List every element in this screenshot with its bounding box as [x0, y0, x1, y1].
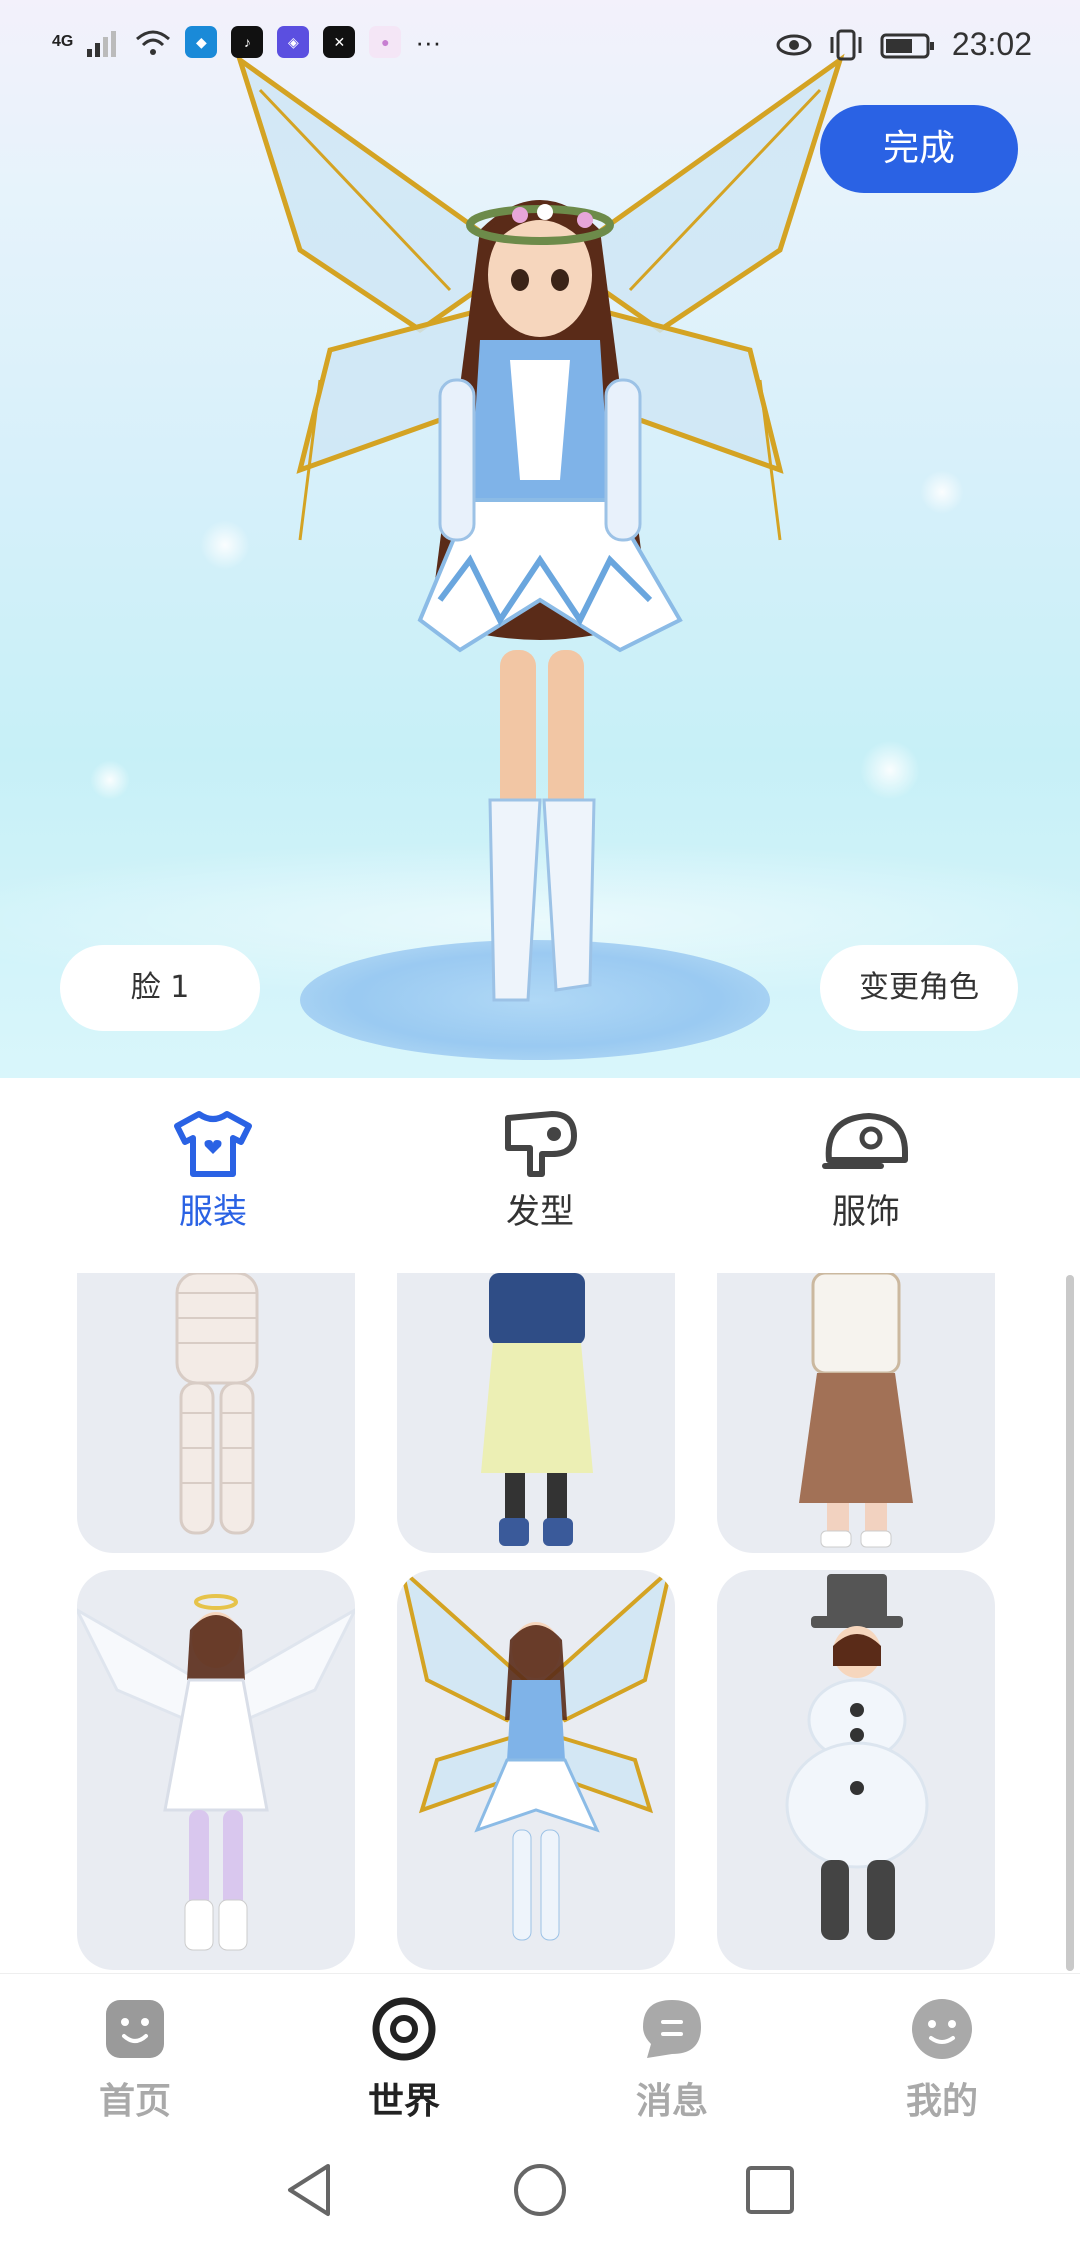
- status-right: 23:02: [776, 26, 1032, 63]
- status-left: 4G ◆ ♪ ◈ ✕ ● ···: [52, 26, 441, 58]
- face-selector-button[interactable]: 脸 1: [60, 945, 260, 1031]
- nav-label: 我的: [905, 2081, 978, 2122]
- nav-world[interactable]: 世界: [324, 1994, 484, 2124]
- pink-app-icon: ●: [369, 26, 402, 58]
- network-label: 4G: [52, 33, 74, 50]
- outfit-grid: [0, 1273, 1080, 1973]
- grid-scrollbar-thumb[interactable]: [1066, 1275, 1074, 1971]
- nav-label: 首页: [98, 2081, 171, 2122]
- game-app-icon: ◈: [277, 26, 310, 58]
- wifi-icon: [136, 30, 171, 55]
- capcut-app-icon: ✕: [323, 26, 356, 58]
- recents-square-icon[interactable]: [740, 2160, 800, 2220]
- done-button[interactable]: 完成: [820, 105, 1018, 193]
- back-icon[interactable]: [280, 2160, 340, 2220]
- home-face-icon: [106, 2000, 164, 2058]
- tiktok-app-icon: ♪: [231, 26, 264, 58]
- bottom-navigation: 首页 世界 消息 我的: [0, 1973, 1080, 2139]
- tab-clothing[interactable]: 服装: [113, 1108, 313, 1233]
- outfit-card-bandage[interactable]: [77, 1273, 355, 1553]
- message-bubble-icon: [643, 2000, 701, 2058]
- category-tabs: 服装 发型 服饰: [0, 1078, 1080, 1273]
- tab-label: 服饰: [832, 1192, 900, 1232]
- tab-label: 发型: [506, 1192, 574, 1232]
- eye-icon: [776, 34, 812, 55]
- home-circle-icon[interactable]: [510, 2160, 570, 2220]
- character-preview[interactable]: 4G ◆ ♪ ◈ ✕ ● ··· 23:02 完成 脸 1 变更角色: [0, 0, 1080, 1078]
- bandage-outfit-figure: [175, 1273, 259, 1535]
- change-role-button[interactable]: 变更角色: [820, 945, 1018, 1031]
- shield-app-icon: ◆: [185, 26, 218, 58]
- outfit-card-fairy[interactable]: [397, 1570, 675, 1970]
- clock: 23:02: [951, 26, 1032, 62]
- outfit-card-snowman[interactable]: [717, 1570, 995, 1970]
- nav-profile[interactable]: 我的: [862, 1994, 1022, 2124]
- outfit-card-denim[interactable]: [397, 1273, 675, 1553]
- angel-outfit-figure: [77, 1594, 355, 1951]
- signal-icon: [87, 31, 117, 57]
- tab-hairstyle[interactable]: 发型: [440, 1108, 640, 1233]
- denim-outfit-figure: [481, 1273, 593, 1546]
- fairy-outfit-figure: [399, 1570, 673, 1941]
- tshirt-icon: [174, 1111, 252, 1177]
- battery-icon: [880, 33, 934, 58]
- outfit-card-qipao[interactable]: [717, 1273, 995, 1553]
- qipao-outfit-figure: [799, 1273, 913, 1548]
- world-ring-icon: [372, 1997, 436, 2061]
- more-notifications: ···: [415, 26, 442, 57]
- outfit-card-angel[interactable]: [77, 1570, 355, 1970]
- snowman-outfit-figure: [785, 1574, 929, 1940]
- nav-label: 消息: [635, 2081, 708, 2122]
- status-bar: 4G ◆ ♪ ◈ ✕ ● ··· 23:02: [0, 0, 1080, 96]
- nav-messages[interactable]: 消息: [592, 1994, 752, 2124]
- nav-label: 世界: [367, 2081, 440, 2122]
- system-navigation-bar: [0, 2138, 1080, 2244]
- profile-smile-icon: [912, 1999, 972, 2059]
- tab-label: 服装: [179, 1192, 247, 1232]
- tab-accessories[interactable]: 服饰: [766, 1108, 966, 1233]
- hairdryer-icon: [505, 1111, 577, 1177]
- nav-home[interactable]: 首页: [55, 1994, 215, 2124]
- cap-icon: [822, 1113, 908, 1169]
- vibrate-icon: [830, 29, 862, 60]
